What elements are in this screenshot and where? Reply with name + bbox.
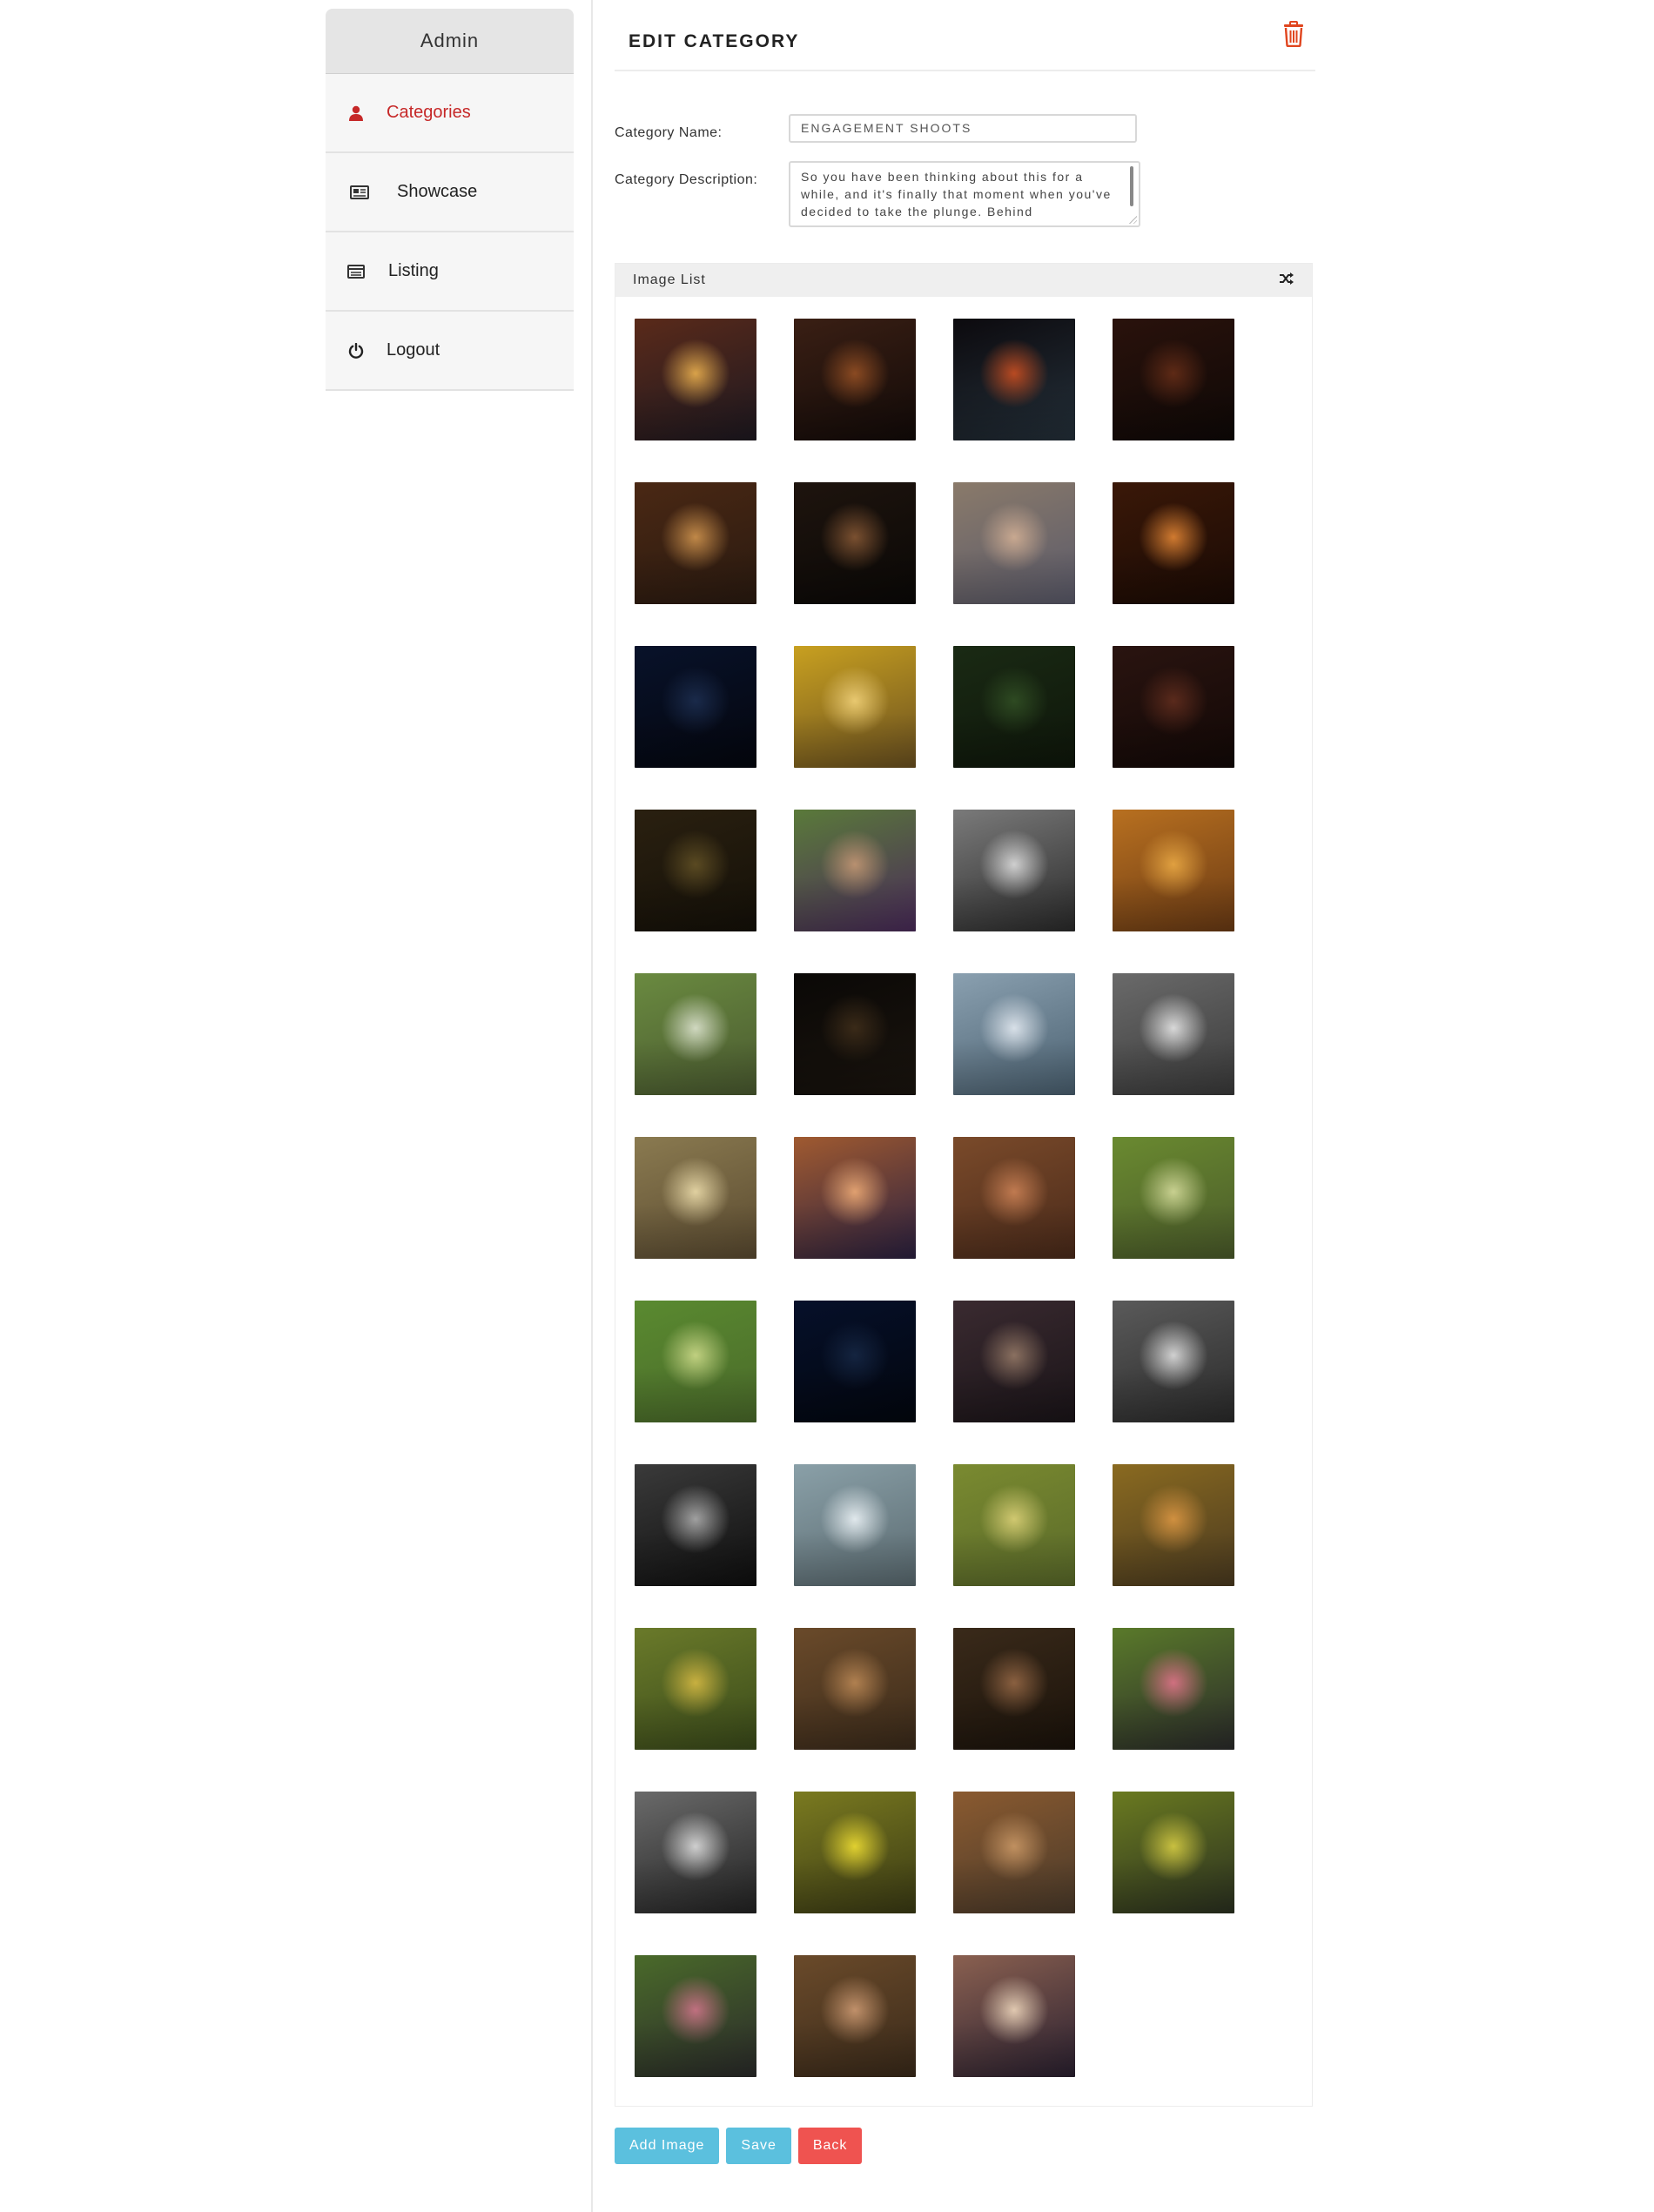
category-description-label: Category Description:: [615, 172, 758, 187]
image-thumbnail[interactable]: [635, 1137, 756, 1259]
action-buttons: Add Image Save Back: [615, 2128, 863, 2164]
image-thumbnail[interactable]: [794, 1137, 916, 1259]
image-thumbnail[interactable]: [794, 973, 916, 1095]
main-content: EDIT CATEGORY Category Name: ENGAGEMENT …: [615, 9, 1315, 2164]
image-thumbnail[interactable]: [635, 1628, 756, 1750]
save-button[interactable]: Save: [726, 2128, 791, 2164]
content-divider: [591, 0, 593, 2212]
image-thumbnail[interactable]: [1113, 1628, 1234, 1750]
image-thumbnail[interactable]: [953, 1464, 1075, 1586]
image-thumbnail[interactable]: [794, 1792, 916, 1913]
sidebar-title: Admin: [326, 9, 574, 74]
power-icon: [326, 342, 387, 359]
image-list-panel: Image List: [615, 263, 1313, 2107]
sidebar-item-logout[interactable]: Logout: [326, 312, 574, 391]
user-icon: [326, 105, 387, 121]
image-thumbnail[interactable]: [794, 1301, 916, 1422]
back-button[interactable]: Back: [797, 2128, 863, 2164]
image-thumbnail[interactable]: [1113, 1137, 1234, 1259]
sidebar: Admin Categories Showcase Listing Logout: [326, 9, 574, 391]
sidebar-item-label: Logout: [387, 340, 440, 360]
resize-grip-icon[interactable]: [1128, 215, 1137, 224]
page-header: EDIT CATEGORY: [615, 9, 1315, 71]
image-thumbnail[interactable]: [953, 1137, 1075, 1259]
image-thumbnail[interactable]: [635, 1792, 756, 1913]
image-thumbnail[interactable]: [794, 810, 916, 931]
category-name-label: Category Name:: [615, 125, 723, 140]
image-thumbnail[interactable]: [953, 482, 1075, 604]
delete-category-button[interactable]: [1282, 21, 1305, 51]
image-list-header: Image List: [615, 264, 1312, 297]
list-icon: [326, 264, 387, 279]
category-description-text: So you have been thinking about this for…: [801, 170, 1112, 219]
sidebar-item-listing[interactable]: Listing: [326, 232, 574, 312]
textarea-scrollbar[interactable]: [1130, 166, 1133, 206]
image-thumbnail[interactable]: [1113, 973, 1234, 1095]
sidebar-item-showcase[interactable]: Showcase: [326, 153, 574, 232]
image-thumbnail[interactable]: [794, 1955, 916, 2077]
image-thumbnail[interactable]: [1113, 319, 1234, 440]
image-thumbnail[interactable]: [635, 1464, 756, 1586]
image-thumbnail[interactable]: [1113, 810, 1234, 931]
sidebar-item-categories[interactable]: Categories: [326, 74, 574, 153]
image-thumbnail[interactable]: [1113, 646, 1234, 768]
sidebar-item-label: Listing: [388, 261, 439, 280]
image-thumbnail[interactable]: [953, 810, 1075, 931]
add-image-button[interactable]: Add Image: [615, 2128, 720, 2164]
image-thumbnail[interactable]: [794, 482, 916, 604]
image-thumbnail[interactable]: [794, 1628, 916, 1750]
image-thumbnail[interactable]: [1113, 482, 1234, 604]
image-thumbnail[interactable]: [1113, 1464, 1234, 1586]
image-grid: [635, 319, 1234, 2077]
image-thumbnail[interactable]: [953, 646, 1075, 768]
image-thumbnail[interactable]: [953, 319, 1075, 440]
image-thumbnail[interactable]: [635, 1301, 756, 1422]
image-list-title: Image List: [633, 272, 706, 287]
trash-icon: [1282, 21, 1305, 50]
image-thumbnail[interactable]: [635, 319, 756, 440]
sidebar-item-label: Categories: [387, 103, 471, 122]
image-thumbnail[interactable]: [953, 1792, 1075, 1913]
image-thumbnail[interactable]: [635, 646, 756, 768]
image-thumbnail[interactable]: [635, 810, 756, 931]
image-thumbnail[interactable]: [953, 1628, 1075, 1750]
image-thumbnail[interactable]: [953, 1955, 1075, 2077]
sidebar-item-label: Showcase: [397, 182, 478, 201]
image-thumbnail[interactable]: [635, 1955, 756, 2077]
image-thumbnail[interactable]: [953, 973, 1075, 1095]
image-thumbnail[interactable]: [1113, 1792, 1234, 1913]
category-description-textarea[interactable]: So you have been thinking about this for…: [789, 161, 1140, 227]
image-thumbnail[interactable]: [1113, 1301, 1234, 1422]
category-name-input[interactable]: ENGAGEMENT SHOOTS: [789, 114, 1137, 143]
image-thumbnail[interactable]: [794, 646, 916, 768]
image-thumbnail[interactable]: [953, 1301, 1075, 1422]
image-thumbnail[interactable]: [794, 1464, 916, 1586]
page-title: EDIT CATEGORY: [629, 31, 800, 51]
newspaper-icon: [326, 185, 390, 199]
image-thumbnail[interactable]: [794, 319, 916, 440]
image-thumbnail[interactable]: [635, 973, 756, 1095]
shuffle-icon[interactable]: [1279, 272, 1294, 289]
image-thumbnail[interactable]: [635, 482, 756, 604]
